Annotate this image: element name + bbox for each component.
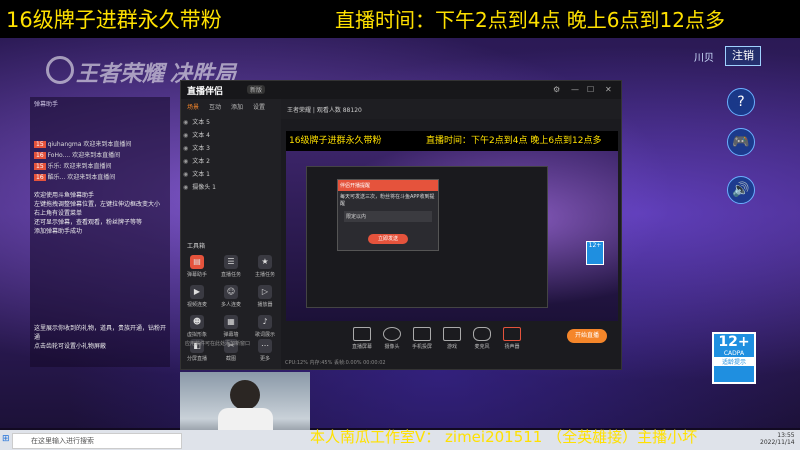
- avatar-icon: ☻: [190, 315, 204, 329]
- screen-source-button[interactable]: 直播屏幕: [345, 327, 379, 350]
- streamer-head: [230, 380, 260, 410]
- tool-multi-call[interactable]: ☺ 多人连麦: [219, 285, 243, 308]
- banner-left-text: 16级牌子进群永久带粉: [6, 8, 222, 32]
- gift-tip: 这里展示你收到的礼物，道具，贵族开通，钻粉开通 点击齿轮可设置小礼物屏蔽: [34, 325, 167, 350]
- eye-icon[interactable]: ◉: [183, 171, 188, 178]
- microphone-button[interactable]: 麦克风: [465, 327, 499, 350]
- chat-row: 15 乐乐: 欢迎来到本直播间: [34, 163, 112, 170]
- chat-row: 15 qiuhangma 欢迎来到本直播间: [34, 141, 132, 148]
- eye-icon[interactable]: ◉: [183, 145, 188, 152]
- tool-wall[interactable]: ▦ 弹幕墙: [219, 315, 243, 338]
- minimize-icon[interactable]: —: [571, 85, 579, 94]
- live-reminder-dialog[interactable]: 伴侣开播提醒 每天可发送三次，粉丝将在斗鱼APP收到提醒 限定以内 立即发送: [337, 179, 439, 251]
- age-rating: 12+: [718, 334, 750, 350]
- stream-preview: 伴侣开播提醒 每天可发送三次，粉丝将在斗鱼APP收到提醒 限定以内 立即发送 1…: [286, 131, 618, 321]
- eye-icon[interactable]: ◉: [183, 158, 188, 165]
- tool-player[interactable]: ▷ 播放器: [253, 285, 277, 308]
- danmu-overlay[interactable]: 弹幕助手 15 qiuhangma 欢迎来到本直播间 16 FoHo.... 欢…: [30, 97, 170, 367]
- lyrics-icon: ♪: [258, 315, 272, 329]
- game-logo-icon: [46, 56, 74, 84]
- maximize-icon[interactable]: ☐: [587, 85, 594, 94]
- eye-icon[interactable]: ◉: [183, 132, 188, 139]
- app-titlebar: 直播伴侣 新版 ⚙ — ☐ ✕: [181, 81, 621, 99]
- danmu-header: 弹幕助手: [34, 101, 59, 108]
- danmu-icon: ▤: [190, 255, 204, 269]
- wall-icon: ▦: [224, 315, 238, 329]
- dialog-title: 伴侣开播提醒: [338, 180, 438, 191]
- banner-right-text: 直播时间：下午2点到4点 晚上6点到12点多: [335, 8, 725, 32]
- send-reminder-button[interactable]: 立即发送: [368, 234, 408, 244]
- microphone-icon: [473, 327, 491, 341]
- nested-companion-window: 伴侣开播提醒 每天可发送三次，粉丝将在斗鱼APP收到提醒 限定以内 立即发送: [306, 166, 548, 308]
- panel-footer: 应用软件可在此处添加新窗口: [185, 341, 251, 347]
- danmu-tips: 欢迎使用斗鱼弹幕助手 左键拖拽调整弹幕位置，左键拉伸边框改变大小 右上角有设置菜…: [34, 192, 161, 235]
- age-note: 适龄提示: [714, 357, 754, 366]
- logout-button[interactable]: 注销: [725, 46, 761, 66]
- start-live-button[interactable]: 开始直播: [567, 329, 607, 343]
- tool-danmu[interactable]: ▤ 弹幕助手: [185, 255, 209, 278]
- camera-source-button[interactable]: 摄像头: [375, 327, 409, 350]
- preview-banner-right: 直播时间：下午2点到4点 晚上6点到12点多: [426, 136, 602, 146]
- taskbar-search[interactable]: 在这里输入进行搜索: [12, 433, 182, 449]
- toolbox-title: 工具箱: [187, 243, 206, 250]
- stream-info-bar: 王者荣耀 | 观看人数 88120: [281, 99, 621, 119]
- scene-item[interactable]: ◉ 文本 4: [183, 130, 279, 142]
- video-call-icon: ▶: [190, 285, 204, 299]
- tool-avatar[interactable]: ☻ 虚拟形象: [185, 315, 209, 338]
- speaker-icon[interactable]: 🔊: [727, 176, 755, 204]
- tab-settings[interactable]: 设置: [253, 102, 265, 111]
- phone-cast-button[interactable]: 手机投屏: [405, 327, 439, 350]
- age-brand: CADPA: [723, 350, 745, 357]
- game-logo-text: 王者荣耀: [76, 62, 165, 87]
- scene-item[interactable]: ◉ 文本 5: [183, 117, 279, 129]
- tool-task[interactable]: ☰ 直播任务: [219, 255, 243, 278]
- eye-icon[interactable]: ◉: [183, 184, 188, 191]
- windows-icon[interactable]: ⊞: [2, 434, 10, 444]
- live-companion-window: 直播伴侣 新版 ⚙ — ☐ ✕ 场景 互动 添加 设置 ◉ 文本 5 ◉ 文本 4 …: [180, 80, 622, 370]
- tab-scene[interactable]: 场景: [187, 102, 199, 111]
- player-icon: ▷: [258, 285, 272, 299]
- scrolling-ticker: 本人南瓜工作室V： zimei201511 （全英雄接）主播小坏: [310, 428, 698, 446]
- eye-icon[interactable]: ◉: [183, 119, 188, 126]
- scene-item[interactable]: ◉ 摄像头 1: [183, 182, 279, 194]
- volume-icon: [503, 327, 521, 341]
- scene-item[interactable]: ◉ 文本 2: [183, 156, 279, 168]
- camera-icon: [383, 327, 401, 341]
- tab-interact[interactable]: 互动: [209, 102, 221, 111]
- tool-lyrics[interactable]: ♪ 歌词展示: [253, 315, 277, 338]
- game-icon: [443, 327, 461, 341]
- monitor-icon: [353, 327, 371, 341]
- anchor-task-icon: ★: [258, 255, 272, 269]
- speaker-button[interactable]: 扬声器: [495, 327, 529, 350]
- task-icon: ☰: [224, 255, 238, 269]
- status-bar: CPU:12% 内存:45% 丢帧:0.00% 00:00:02: [285, 360, 386, 366]
- app-title: 直播伴侣: [187, 87, 224, 97]
- dialog-input[interactable]: 限定以内: [344, 211, 432, 222]
- preview-banner-left: 16级牌子进群永久带粉: [289, 136, 382, 146]
- age-rating-small: 12+: [586, 241, 604, 265]
- tool-video-call[interactable]: ▶ 视频连麦: [185, 285, 209, 308]
- top-banner: 16级牌子进群永久带粉 直播时间：下午2点到4点 晚上6点到12点多: [0, 0, 800, 38]
- chat-row: 16 FoHo.... 欢迎来到本直播间: [34, 152, 121, 159]
- age-rating-badge: 12+ CADPA 适龄提示: [712, 332, 756, 384]
- preview-banner: 16级牌子进群永久带粉 直播时间：下午2点到4点 晚上6点到12点多: [286, 131, 618, 151]
- tool-anchor-task[interactable]: ★ 主播任务: [253, 255, 277, 278]
- taskbar-clock: 13:55 2022/11/14: [760, 432, 795, 446]
- app-version: 新版: [247, 85, 266, 94]
- phone-icon: [413, 327, 431, 341]
- source-toolbar: 直播屏幕 摄像头 手机投屏 游戏 麦克风 扬声器 开始直播 CPU:12% 内存…: [281, 323, 621, 369]
- gamepad-icon[interactable]: 🎮: [727, 128, 755, 156]
- multi-call-icon: ☺: [224, 285, 238, 299]
- tab-add[interactable]: 添加: [231, 102, 243, 111]
- settings-icon[interactable]: ⚙: [553, 85, 560, 94]
- dialog-body: 每天可发送三次，粉丝将在斗鱼APP收到提醒: [340, 194, 435, 207]
- region-label: 川贝: [694, 53, 714, 64]
- scene-item[interactable]: ◉ 文本 3: [183, 143, 279, 155]
- help-icon[interactable]: ?: [727, 88, 755, 116]
- chat-row: 16 酷乐... 欢迎来到本直播间: [34, 174, 116, 181]
- game-source-button[interactable]: 游戏: [435, 327, 469, 350]
- scene-item[interactable]: ◉ 文本 1: [183, 169, 279, 181]
- close-icon[interactable]: ✕: [605, 85, 612, 94]
- scene-panel: 场景 互动 添加 设置 ◉ 文本 5 ◉ 文本 4 ◉ 文本 3 ◉ 文本 2 ◉ 文本 …: [181, 99, 281, 369]
